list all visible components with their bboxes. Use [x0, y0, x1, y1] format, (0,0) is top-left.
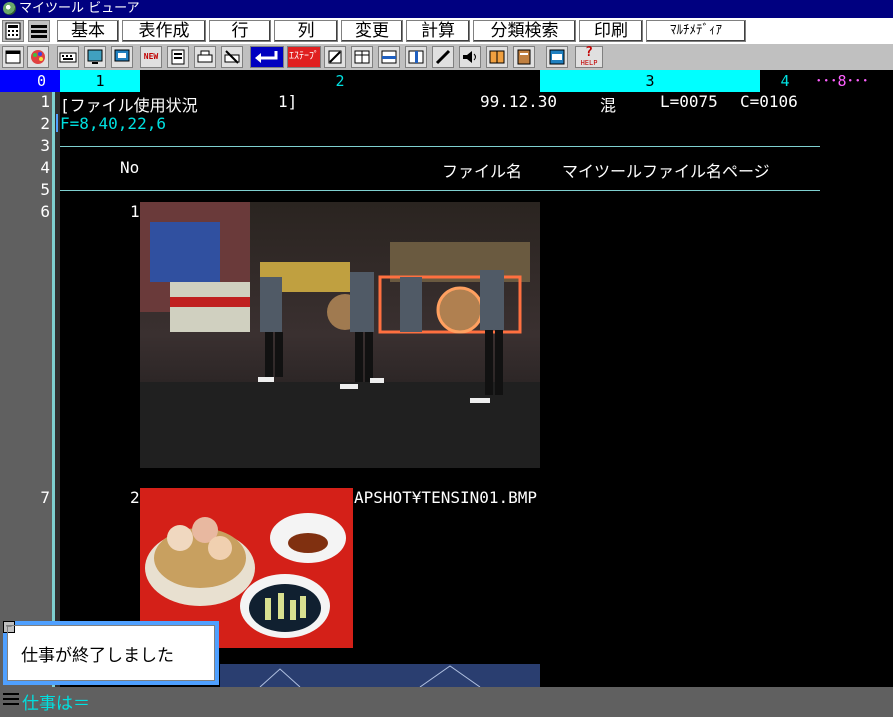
display-icon[interactable]: [111, 46, 133, 68]
filename-cell[interactable]: APSHOT¥TENSIN01.BMP: [354, 488, 537, 507]
toolbar: NEW ｴｽﾃｰﾌﾟ ? HELP: [0, 44, 893, 70]
sound-icon[interactable]: [459, 46, 481, 68]
menu-classify-search[interactable]: 分類検索: [473, 20, 576, 42]
line-number: 2: [40, 114, 50, 133]
date-cell[interactable]: 99.12.30: [480, 92, 557, 111]
ruler-col-2[interactable]: 2: [140, 70, 540, 92]
menu-calculate[interactable]: 計算: [406, 20, 470, 42]
row-number[interactable]: 2: [130, 488, 140, 507]
line-number-gutter: 1 2 3 4 5 6 7: [0, 92, 52, 687]
ruler-col-4[interactable]: 4: [760, 70, 810, 92]
sky-photo[interactable]: [220, 664, 540, 687]
header-mytool-filename-page[interactable]: マイツールファイル名ページ: [562, 158, 770, 182]
ruler-col-0[interactable]: 0: [0, 70, 60, 92]
command-prompt[interactable]: 仕事は＝: [22, 689, 90, 714]
line-number: 3: [40, 136, 50, 155]
calculator-icon[interactable]: [2, 20, 24, 42]
edit-icon[interactable]: [324, 46, 346, 68]
menu-table-create[interactable]: 表作成: [122, 20, 206, 42]
header-no[interactable]: No: [120, 158, 139, 177]
line-number: 7: [40, 488, 50, 507]
header-top-rule: [60, 146, 820, 147]
menu-multimedia[interactable]: ﾏﾙﾁﾒﾃﾞｨｱ: [646, 20, 746, 42]
line-number: 4: [40, 158, 50, 177]
notebook-icon[interactable]: [513, 46, 535, 68]
festival-photo[interactable]: [140, 202, 540, 468]
book-icon[interactable]: [486, 46, 508, 68]
menu-print[interactable]: 印刷: [579, 20, 643, 42]
header-filename[interactable]: ファイル名: [442, 158, 522, 182]
menu-basic[interactable]: 基本: [57, 20, 119, 42]
window-icon[interactable]: [2, 46, 24, 68]
menu-bar: 基本 表作成 行 列 変更 計算 分類検索 印刷 ﾏﾙﾁﾒﾃﾞｨｱ: [0, 18, 893, 44]
keyboard-icon[interactable]: [57, 46, 79, 68]
title-bar: マイツール ビューア: [0, 0, 893, 18]
text-cursor: [56, 114, 58, 132]
ruler-col-more[interactable]: ･･･8･･･: [815, 70, 893, 92]
print-cancel-icon[interactable]: [221, 46, 243, 68]
pencil-icon[interactable]: [432, 46, 454, 68]
menu-change[interactable]: 変更: [341, 20, 403, 42]
window-menu-icon[interactable]: [28, 20, 50, 42]
sheet-area[interactable]: [ファイル使用状況 1] 99.12.30 混 L=0075 C=0106 F=…: [56, 92, 893, 687]
insert-column-icon[interactable]: [405, 46, 427, 68]
help-label: HELP: [580, 59, 598, 67]
status-menu-icon[interactable]: [2, 691, 20, 707]
insert-row-icon[interactable]: [378, 46, 400, 68]
help-icon[interactable]: ? HELP: [575, 46, 603, 68]
row-number[interactable]: 1: [130, 202, 140, 221]
file-icon[interactable]: [167, 46, 189, 68]
menu-column[interactable]: 列: [274, 20, 338, 42]
help-mark: ?: [585, 45, 593, 60]
mode-indicator: 混: [600, 96, 617, 115]
dialog-message: 仕事が終了しました: [21, 646, 174, 666]
printer-icon[interactable]: [194, 46, 216, 68]
ruler-col-1[interactable]: 1: [60, 70, 140, 92]
new-icon[interactable]: NEW: [140, 46, 162, 68]
screen-icon[interactable]: [84, 46, 106, 68]
ruler-col-3[interactable]: 3: [540, 70, 760, 92]
palette-icon[interactable]: [27, 46, 49, 68]
line-number: 1: [40, 92, 50, 111]
enter-icon[interactable]: [250, 46, 284, 68]
title-number-cell[interactable]: 1]: [278, 92, 297, 111]
command-status-bar: 仕事は＝: [0, 687, 893, 717]
column-count: C=0106: [740, 92, 798, 111]
title-cell[interactable]: [ファイル使用状況: [60, 92, 198, 116]
format-cell[interactable]: F=8,40,22,6: [60, 114, 166, 133]
line-count: L=0075: [660, 92, 718, 111]
completion-dialog: − 仕事が終了しました: [3, 621, 219, 685]
column-ruler: 0 1 2 3 4 ･･･8･･･: [0, 70, 893, 92]
line-number: 6: [40, 202, 50, 221]
app-logo-icon: [3, 2, 16, 15]
window-title: マイツール ビューア: [19, 1, 140, 16]
line-number: 5: [40, 180, 50, 199]
tape-icon[interactable]: ｴｽﾃｰﾌﾟ: [287, 46, 321, 68]
columns-icon[interactable]: [351, 46, 373, 68]
window-switch-icon[interactable]: [546, 46, 568, 68]
menu-row[interactable]: 行: [209, 20, 271, 42]
header-bottom-rule: [60, 190, 820, 191]
